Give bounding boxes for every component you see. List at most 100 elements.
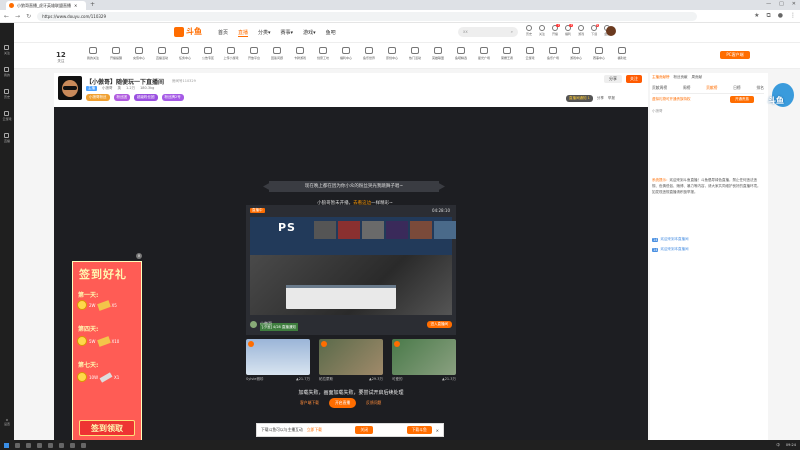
room-tag[interactable]: 小狼哥粉丝 bbox=[86, 94, 110, 101]
share-button[interactable]: 分享 bbox=[604, 75, 622, 83]
category-item[interactable]: 云游戏 bbox=[521, 47, 539, 60]
recommended-stream[interactable]: 帕拉蒙斯 ▲29.3万 bbox=[319, 339, 383, 382]
address-bar[interactable]: https://www.douyu.com/110329 bbox=[37, 11, 698, 21]
taskbar-app-icon[interactable] bbox=[81, 442, 86, 448]
category-item[interactable]: 原创中心 bbox=[383, 47, 401, 60]
header-welfare-button[interactable]: 福利 2 bbox=[565, 24, 574, 36]
tab-close-icon[interactable]: ✕ bbox=[74, 3, 77, 8]
nav-fishbar[interactable]: 鱼吧 bbox=[326, 29, 336, 37]
download-app-button[interactable]: 下载斗鱼 bbox=[406, 426, 432, 434]
category-item[interactable]: 鱼乐广场 bbox=[544, 47, 562, 60]
category-item[interactable]: 游戏中心 bbox=[567, 47, 585, 60]
maximize-button[interactable]: □ bbox=[779, 1, 784, 7]
reload-icon[interactable]: ↻ bbox=[26, 13, 31, 20]
category-item[interactable]: 公告专区 bbox=[199, 47, 217, 60]
open-noble-button[interactable]: 开通贵族 bbox=[730, 96, 754, 103]
close-window-button[interactable]: ✕ bbox=[792, 1, 796, 7]
room-tag[interactable]: 超级粉丝团 bbox=[134, 94, 158, 101]
new-tab-button[interactable]: + bbox=[90, 1, 95, 8]
tab-host-rank[interactable]: 主播贡献榜 bbox=[652, 75, 670, 80]
category-item[interactable]: 福利中心 bbox=[337, 47, 355, 60]
back-icon[interactable]: ← bbox=[4, 13, 9, 20]
category-item[interactable]: 赛事中心 bbox=[590, 47, 608, 60]
pc-client-button[interactable]: PC客户端 bbox=[720, 51, 750, 59]
featured-streamer[interactable]: 小傲哥 bbox=[260, 321, 272, 327]
category-item[interactable]: 鱼乐世界 bbox=[360, 47, 378, 60]
header-broadcast-button[interactable]: 开播 1 bbox=[552, 24, 561, 36]
extensions-icon[interactable]: ⧉ bbox=[766, 12, 770, 20]
search-icon[interactable]: ⌕ bbox=[511, 29, 513, 34]
report-link[interactable]: 举报 bbox=[608, 96, 615, 101]
header-history-button[interactable]: 历史 bbox=[526, 25, 532, 36]
category-item[interactable]: 荣耀王者 bbox=[498, 47, 516, 60]
close-icon[interactable]: ✕ bbox=[436, 428, 439, 433]
header-follow-button[interactable]: 关注 bbox=[539, 25, 545, 36]
category-item[interactable]: 开放平台 bbox=[245, 47, 263, 60]
download-bar-link[interactable]: 立即下载 bbox=[307, 427, 322, 433]
room-notice-badge[interactable]: 直播间通知 1 bbox=[566, 95, 593, 102]
share-link[interactable]: 分享 bbox=[597, 96, 604, 101]
nav-home[interactable]: 首页 bbox=[218, 29, 228, 37]
start-live-button[interactable]: 开启直播 bbox=[328, 398, 357, 408]
taskbar-app-icon[interactable] bbox=[70, 442, 75, 448]
download-bar-close-button[interactable]: 关闭 bbox=[355, 426, 374, 434]
follow-button[interactable]: 关注 bbox=[626, 75, 642, 83]
feedback-link[interactable]: 反馈问题 bbox=[366, 400, 381, 406]
signin-close-button[interactable]: × bbox=[136, 253, 142, 259]
category-item[interactable]: 热门活动 bbox=[406, 47, 424, 60]
sidebar-item-history[interactable]: 历史 bbox=[4, 89, 10, 99]
category-item[interactable]: 上传小游戏 bbox=[222, 47, 240, 60]
recommended-stream[interactable]: 可爱的 ▲21.3万 bbox=[392, 339, 456, 382]
featured-avatar[interactable] bbox=[250, 320, 257, 328]
taskbar-search-icon[interactable] bbox=[15, 442, 20, 448]
bookmark-star-icon[interactable]: ★ bbox=[754, 12, 759, 20]
signin-gift-popup[interactable]: 签到好礼 第一天: 2W X5 第四天: 5W X10 第七天: 10W X1 … bbox=[72, 261, 142, 440]
taskbar-browser-icon[interactable] bbox=[37, 442, 42, 448]
taskbar-app-icon[interactable] bbox=[48, 442, 53, 448]
user-avatar[interactable] bbox=[606, 26, 616, 36]
category-item[interactable]: 卡牌游戏 bbox=[291, 47, 309, 60]
signin-claim-button[interactable]: 签到领取 bbox=[79, 420, 135, 436]
enter-room-button[interactable]: 进入直播间 bbox=[426, 320, 452, 328]
category-item[interactable]: 我的关注 bbox=[84, 47, 102, 60]
category-item[interactable]: 福利社 bbox=[613, 47, 631, 60]
category-item[interactable]: 创意工坊 bbox=[314, 47, 332, 60]
nav-live[interactable]: 直播 bbox=[238, 29, 249, 37]
nav-events[interactable]: 赛事▾ bbox=[281, 29, 294, 37]
nav-category[interactable]: 分类▾ bbox=[258, 29, 271, 37]
windows-start-icon[interactable] bbox=[4, 442, 9, 448]
category-item[interactable]: 充值中心 bbox=[130, 47, 148, 60]
search-input[interactable]: xx ⌕ bbox=[458, 27, 518, 37]
host-name[interactable]: 小狼哥 bbox=[102, 86, 113, 91]
category-item[interactable]: 任务中心 bbox=[176, 47, 194, 60]
category-item[interactable]: 星光广场 bbox=[475, 47, 493, 60]
featured-stream-card[interactable]: PS [小龙] 4/28 直播通知 直播中 04:28:10 小傲哥 进入直播间 bbox=[246, 205, 456, 335]
tab-fans-rank[interactable]: 粉丝贡献 bbox=[674, 75, 688, 80]
tab-day[interactable]: 日榜 bbox=[733, 85, 741, 91]
header-game-button[interactable]: 游戏 bbox=[578, 25, 584, 36]
client-download-link[interactable]: 客户端下载 bbox=[300, 400, 319, 406]
sidebar-item-cloud[interactable]: 云游戏 bbox=[2, 111, 12, 121]
room-tag[interactable]: 粉丝牌2号 bbox=[161, 94, 184, 101]
tab-ranking[interactable]: 排名 bbox=[756, 85, 764, 91]
sidebar-item-follow[interactable]: 关注 bbox=[4, 45, 10, 55]
room-tag[interactable]: 粉丝团 bbox=[113, 94, 130, 101]
sidebar-item-mine[interactable]: 我的 bbox=[4, 67, 10, 77]
taskbar-app-icon[interactable] bbox=[59, 442, 64, 448]
tab-rank-week[interactable]: 贡献周榜 bbox=[652, 85, 667, 91]
category-item[interactable]: 英雄联盟 bbox=[429, 47, 447, 60]
browser-tab[interactable]: 小狼哥直播_虎牙英雄联盟直播 ✕ bbox=[6, 1, 86, 10]
minimize-button[interactable]: — bbox=[766, 1, 771, 7]
menu-icon[interactable]: ⋮ bbox=[790, 12, 796, 20]
video-player[interactable]: 现在晚上都在因为你小众的粉丝哭光我跳舞子唱~ 小狼哥暂未开播，去看这边一样精彩~… bbox=[54, 107, 648, 440]
header-download-button[interactable]: 下载 9 bbox=[591, 24, 600, 36]
follow-count[interactable]: 12 关注 bbox=[56, 51, 66, 64]
category-item[interactable]: 鱼吧精选 bbox=[452, 47, 470, 60]
clock[interactable]: 09:24 bbox=[786, 443, 796, 448]
streamer-avatar[interactable] bbox=[58, 76, 82, 100]
sidebar-item-live[interactable]: 直播 bbox=[4, 133, 10, 143]
tab-weekly-rank[interactable]: 周贡献 bbox=[692, 75, 703, 80]
recommended-stream[interactable]: Sylvie雅珍 ▲21.7万 bbox=[246, 339, 310, 382]
input-method-indicator[interactable]: 中 bbox=[776, 443, 780, 448]
nav-games[interactable]: 游戏▾ bbox=[303, 29, 316, 37]
